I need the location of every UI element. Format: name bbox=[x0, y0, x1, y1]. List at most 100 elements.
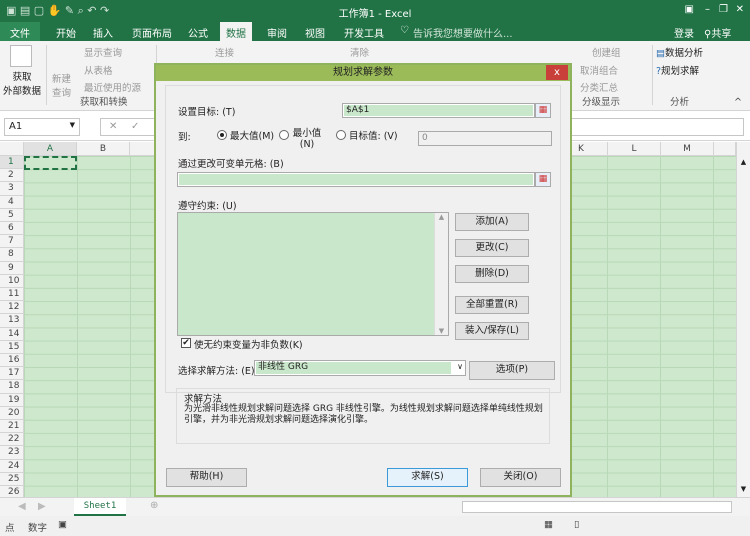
reset-all-button[interactable]: 全部重置(R) bbox=[455, 296, 529, 314]
sheet-tab-sheet1[interactable]: Sheet1 bbox=[74, 498, 126, 516]
sign-in-link[interactable]: 登录 bbox=[674, 25, 694, 40]
row-header[interactable]: 23 bbox=[0, 446, 24, 460]
row-header[interactable]: 11 bbox=[0, 288, 24, 302]
row-header[interactable]: 17 bbox=[0, 367, 24, 381]
nonneg-label[interactable]: 使无约束变量为非负数(K) bbox=[194, 337, 303, 351]
row-header[interactable]: 8 bbox=[0, 248, 24, 262]
prev-sheet-icon[interactable]: ◀ bbox=[18, 501, 26, 512]
show-queries-button[interactable]: 显示查询 bbox=[84, 45, 122, 59]
row-header[interactable]: 9 bbox=[0, 261, 24, 275]
clear-filter-button[interactable]: 清除 bbox=[350, 45, 369, 59]
get-external-data-button[interactable]: 获取 外部数据 bbox=[2, 69, 42, 97]
value-of-input[interactable]: 0 bbox=[418, 131, 552, 146]
tab-data[interactable]: 数据 bbox=[220, 22, 252, 41]
delete-constraint-button[interactable]: 删除(D) bbox=[455, 265, 529, 283]
row-header[interactable]: 25 bbox=[0, 472, 24, 486]
row-header[interactable]: 21 bbox=[0, 420, 24, 434]
tab-review[interactable]: 审阅 bbox=[267, 25, 287, 40]
select-all-corner[interactable] bbox=[0, 142, 24, 156]
close-button[interactable]: 关闭(O) bbox=[480, 468, 561, 487]
options-button[interactable]: 选项(P) bbox=[469, 361, 555, 380]
dialog-close-button[interactable]: x bbox=[546, 65, 568, 80]
row-header[interactable]: 16 bbox=[0, 354, 24, 368]
minimize-icon[interactable]: – bbox=[705, 4, 710, 15]
method-select[interactable]: 非线性 GRG ∨ bbox=[254, 360, 466, 376]
row-header[interactable]: 13 bbox=[0, 314, 24, 328]
share-button[interactable]: ⚲共享 bbox=[704, 25, 731, 40]
data-analysis-button[interactable]: ▤数据分析 bbox=[656, 45, 703, 59]
changing-cells-input[interactable] bbox=[177, 172, 535, 187]
load-save-button[interactable]: 装入/保存(L) bbox=[455, 322, 529, 340]
radio-min-label[interactable]: 最小值(N) bbox=[292, 128, 322, 150]
row-header[interactable]: 22 bbox=[0, 433, 24, 447]
solver-button[interactable]: ?规划求解 bbox=[656, 63, 699, 77]
name-box[interactable]: A1 ▼ bbox=[4, 118, 80, 136]
window-close-icon[interactable]: ✕ bbox=[736, 4, 744, 15]
add-sheet-icon[interactable]: ⊕ bbox=[150, 500, 158, 511]
scroll-up-icon[interactable]: ▲ bbox=[737, 142, 750, 166]
collapse-ribbon-icon[interactable]: ^ bbox=[734, 97, 742, 108]
add-constraint-button[interactable]: 添加(A) bbox=[455, 213, 529, 231]
row-header[interactable]: 12 bbox=[0, 301, 24, 315]
next-sheet-icon[interactable]: ▶ bbox=[38, 501, 46, 512]
row-header[interactable]: 14 bbox=[0, 327, 24, 341]
connections-button[interactable]: 连接 bbox=[215, 45, 234, 59]
column-header[interactable]: M bbox=[661, 142, 714, 156]
scroll-down-icon[interactable]: ▼ bbox=[737, 485, 750, 493]
tab-page-layout[interactable]: 页面布局 bbox=[132, 25, 172, 40]
tab-view[interactable]: 视图 bbox=[305, 25, 325, 40]
vertical-scrollbar[interactable]: ▲ ▼ bbox=[736, 142, 750, 497]
tab-formulas[interactable]: 公式 bbox=[188, 25, 208, 40]
radio-value-of-label[interactable]: 目标值: (V) bbox=[349, 128, 398, 142]
constraints-scrollbar[interactable]: ▲ ▼ bbox=[434, 213, 448, 335]
tab-home[interactable]: 开始 bbox=[56, 25, 76, 40]
help-button[interactable]: 帮助(H) bbox=[166, 468, 247, 487]
tab-file[interactable]: 文件 bbox=[0, 22, 40, 41]
tab-insert[interactable]: 插入 bbox=[93, 25, 113, 40]
change-constraint-button[interactable]: 更改(C) bbox=[455, 239, 529, 257]
column-header[interactable]: A bbox=[24, 142, 77, 156]
row-header[interactable]: 15 bbox=[0, 340, 24, 354]
column-header[interactable]: B bbox=[77, 142, 130, 156]
column-header[interactable]: L bbox=[608, 142, 661, 156]
create-group-button[interactable]: 创建组 bbox=[592, 45, 621, 59]
normal-view-icon[interactable]: ▦ bbox=[544, 519, 553, 530]
horizontal-scrollbar[interactable] bbox=[462, 501, 732, 513]
set-objective-input[interactable]: $A$1 bbox=[342, 103, 535, 118]
row-header[interactable]: 4 bbox=[0, 195, 24, 209]
row-header[interactable]: 5 bbox=[0, 208, 24, 222]
row-header[interactable]: 10 bbox=[0, 274, 24, 288]
radio-max[interactable] bbox=[217, 130, 227, 140]
recent-sources-button[interactable]: 最近使用的源 bbox=[84, 80, 141, 94]
restore-icon[interactable]: ❐ bbox=[719, 4, 728, 15]
collapse-reference-icon[interactable]: ▦ bbox=[535, 103, 551, 118]
row-header[interactable]: 6 bbox=[0, 222, 24, 236]
solve-button[interactable]: 求解(S) bbox=[387, 468, 468, 487]
subtotal-button[interactable]: 分类汇总 bbox=[580, 80, 618, 94]
row-header[interactable]: 1 bbox=[0, 156, 24, 170]
collapse-reference-icon[interactable]: ▦ bbox=[535, 172, 551, 187]
row-header[interactable]: 20 bbox=[0, 406, 24, 420]
row-header[interactable]: 3 bbox=[0, 182, 24, 196]
scroll-down-icon[interactable]: ▼ bbox=[435, 327, 448, 335]
row-header[interactable]: 19 bbox=[0, 393, 24, 407]
new-query-button[interactable]: 新建 查询 bbox=[52, 71, 76, 99]
row-header[interactable]: 7 bbox=[0, 235, 24, 249]
row-header[interactable]: 2 bbox=[0, 169, 24, 183]
nonneg-checkbox[interactable]: ✔ bbox=[181, 338, 191, 348]
scroll-up-icon[interactable]: ▲ bbox=[435, 213, 448, 221]
row-header[interactable]: 18 bbox=[0, 380, 24, 394]
macro-record-icon[interactable]: ▣ bbox=[58, 519, 67, 530]
radio-min[interactable] bbox=[279, 130, 289, 140]
page-layout-view-icon[interactable]: ▯ bbox=[574, 519, 579, 530]
row-header[interactable]: 24 bbox=[0, 459, 24, 473]
column-header[interactable] bbox=[714, 142, 736, 156]
tab-developer[interactable]: 开发工具 bbox=[344, 25, 384, 40]
constraints-list[interactable]: ▲ ▼ bbox=[177, 212, 449, 336]
radio-max-label[interactable]: 最大值(M) bbox=[230, 128, 274, 142]
from-table-button[interactable]: 从表格 bbox=[84, 63, 113, 77]
selected-cell-a1[interactable] bbox=[24, 156, 77, 170]
ungroup-button[interactable]: 取消组合 bbox=[580, 63, 618, 77]
ribbon-display-icon[interactable]: ▣ bbox=[685, 4, 694, 15]
radio-value-of[interactable] bbox=[336, 130, 346, 140]
